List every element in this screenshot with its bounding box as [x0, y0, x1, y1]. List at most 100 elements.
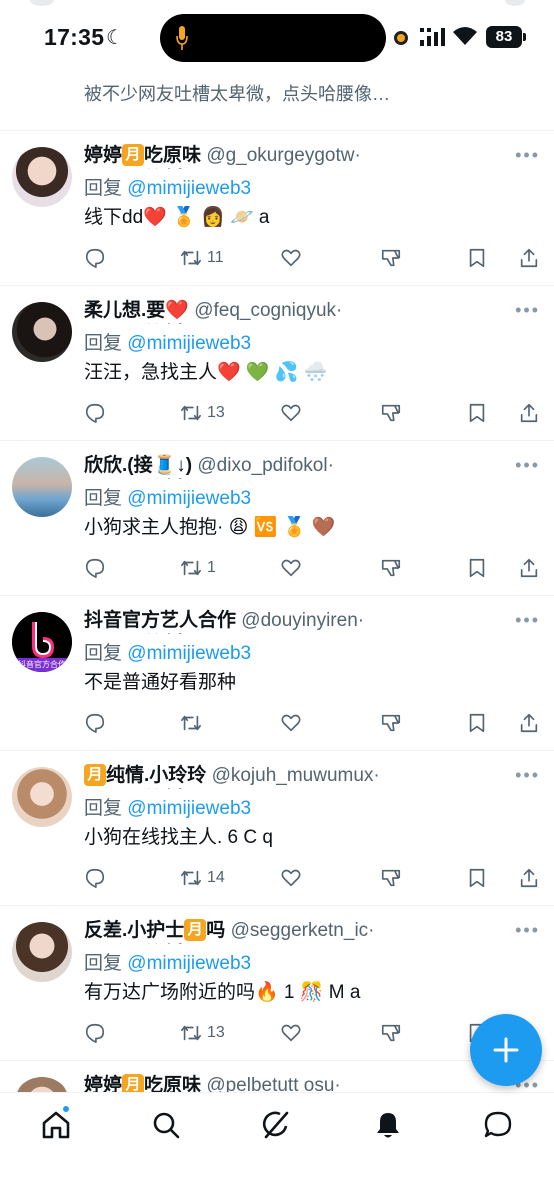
reply-mention-link[interactable]: @mimijieweb3 — [127, 643, 251, 664]
like-button[interactable] — [280, 400, 302, 426]
share-icon — [520, 558, 538, 578]
tweet-actions: 13 — [84, 400, 540, 426]
share-button[interactable] — [518, 555, 540, 581]
retweet-button[interactable]: 13 — [180, 400, 225, 426]
user-handle[interactable]: @seggerketn_ic — [231, 920, 369, 941]
timestamp[interactable]: 2分钟 — [128, 322, 188, 324]
dislike-button[interactable] — [380, 865, 402, 891]
reply-button[interactable] — [84, 865, 106, 891]
like-button[interactable] — [280, 865, 302, 891]
reply-button[interactable] — [84, 555, 106, 581]
share-button[interactable] — [518, 710, 540, 736]
dislike-button[interactable] — [380, 245, 402, 271]
user-handle[interactable]: @douyinyiren — [241, 610, 357, 631]
retweet-button[interactable]: 14 — [180, 865, 225, 891]
share-button[interactable] — [518, 865, 540, 891]
reply-icon — [85, 403, 105, 423]
reply-mention-link[interactable]: @mimijieweb3 — [127, 953, 251, 974]
notifications-icon[interactable] — [372, 1109, 404, 1141]
dislike-button[interactable] — [380, 1020, 402, 1046]
reply-tweet[interactable]: 月纯情.小玲玲 @kojuh_muwumux· 6分钟 ••• 回复 @mimij… — [0, 751, 554, 906]
dislike-button[interactable] — [380, 400, 402, 426]
retweet-icon — [181, 870, 201, 886]
reply-tweet[interactable]: 欣欣.(接🧵↓) @dixo_pdifokol· 2分钟 ••• 回复 @mimi… — [0, 441, 554, 596]
avatar[interactable]: 抖音官方合作 — [12, 612, 72, 672]
bookmark-button[interactable] — [466, 865, 488, 891]
messages-icon[interactable] — [482, 1109, 514, 1141]
reply-tweet[interactable]: 婷婷月吃原味 @g_okurgeygotw· 2分钟 ••• 回复 @mimiji… — [0, 131, 554, 286]
reply-feed[interactable]: 雷总前几天和马斯克、黄仁勋的合影， 被不少网友吐槽太卑微，点头哈腰像… 婷婷月吃… — [0, 64, 554, 1200]
display-name[interactable]: 欣欣.(接🧵↓) — [84, 455, 192, 476]
battery-icon: 83 — [486, 26, 522, 48]
user-handle[interactable]: @feq_cogniqyuk — [194, 300, 336, 321]
heart-icon — [281, 249, 301, 267]
reply-mention-link[interactable]: @mimijieweb3 — [127, 798, 251, 819]
retweet-button[interactable]: 11 — [180, 245, 224, 271]
reply-context: 回复 @mimijieweb3 — [84, 488, 252, 509]
separator: · — [336, 300, 343, 321]
tweet-header: 婷婷月吃原味 @g_okurgeygotw· 2分钟 — [84, 143, 510, 169]
reply-button[interactable] — [84, 1020, 106, 1046]
retweet-button[interactable]: 13 — [180, 1020, 225, 1046]
retweet-count: 14 — [207, 869, 225, 886]
tweet-header: 月纯情.小玲玲 @kojuh_muwumux· 6分钟 — [84, 763, 510, 789]
share-button[interactable] — [518, 245, 540, 271]
reply-mention-link[interactable]: @mimijieweb3 — [127, 333, 251, 354]
more-options-icon[interactable]: ••• — [515, 455, 540, 476]
retweet-button[interactable] — [180, 710, 207, 736]
bookmark-button[interactable] — [466, 400, 488, 426]
separator: · — [357, 610, 365, 631]
like-button[interactable] — [280, 1020, 302, 1046]
home-icon[interactable] — [40, 1109, 72, 1141]
timestamp[interactable]: 2分钟 — [128, 167, 188, 169]
recording-indicator-icon — [394, 31, 408, 45]
reply-tweet[interactable]: 抖音官方合作 抖音官方艺人合作 @douyinyiren· 2分钟 ••• 回复 … — [0, 596, 554, 751]
dislike-button[interactable] — [380, 555, 402, 581]
timestamp[interactable]: 2分钟 — [128, 632, 188, 634]
search-icon[interactable] — [150, 1109, 182, 1141]
share-button[interactable] — [518, 400, 540, 426]
reply-button[interactable] — [84, 710, 106, 736]
grok-icon[interactable] — [260, 1109, 292, 1141]
avatar[interactable] — [12, 302, 72, 362]
user-handle[interactable]: @g_okurgeygotw — [206, 145, 354, 166]
display-name[interactable]: 柔儿想.要❤️ — [84, 300, 189, 321]
user-handle[interactable]: @kojuh_muwumux — [212, 765, 374, 786]
display-name[interactable]: 月纯情.小玲玲 — [84, 764, 206, 786]
bookmark-button[interactable] — [466, 710, 488, 736]
display-name[interactable]: 抖音官方艺人合作 — [84, 610, 236, 631]
bookmark-button[interactable] — [466, 245, 488, 271]
reply-mention-link[interactable]: @mimijieweb3 — [127, 178, 251, 199]
more-options-icon[interactable]: ••• — [515, 765, 540, 786]
reply-tweet[interactable]: 柔儿想.要❤️ @feq_cogniqyuk· 2分钟 ••• 回复 @mimij… — [0, 286, 554, 441]
reply-button[interactable] — [84, 245, 106, 271]
more-options-icon[interactable]: ••• — [515, 610, 540, 631]
user-handle[interactable]: @dixo_pdifokol — [197, 455, 327, 476]
display-name[interactable]: 反差.小护士月吗 — [84, 919, 225, 941]
avatar[interactable] — [12, 457, 72, 517]
reply-mention-link[interactable]: @mimijieweb3 — [127, 488, 251, 509]
more-options-icon[interactable]: ••• — [515, 300, 540, 321]
tweet-header: 柔儿想.要❤️ @feq_cogniqyuk· 2分钟 — [84, 298, 510, 324]
more-options-icon[interactable]: ••• — [515, 920, 540, 941]
like-button[interactable] — [280, 710, 302, 736]
compose-button[interactable] — [470, 1014, 542, 1086]
avatar[interactable] — [12, 147, 72, 207]
display-name[interactable]: 婷婷月吃原味 — [84, 144, 201, 166]
like-button[interactable] — [280, 245, 302, 271]
dislike-button[interactable] — [380, 710, 402, 736]
bookmark-button[interactable] — [466, 555, 488, 581]
avatar[interactable] — [12, 922, 72, 982]
timestamp[interactable]: 2分钟 — [128, 477, 188, 479]
like-button[interactable] — [280, 555, 302, 581]
thumbs-down-icon — [381, 559, 401, 577]
more-options-icon[interactable]: ••• — [515, 145, 540, 166]
tweet-actions: 1 — [84, 555, 540, 581]
avatar[interactable] — [12, 767, 72, 827]
share-icon — [520, 713, 538, 733]
thumbs-down-icon — [381, 869, 401, 887]
timestamp[interactable]: 6分钟 — [128, 787, 188, 789]
retweet-button[interactable]: 1 — [180, 555, 216, 581]
reply-button[interactable] — [84, 400, 106, 426]
timestamp[interactable]: 6分钟 — [128, 942, 188, 944]
